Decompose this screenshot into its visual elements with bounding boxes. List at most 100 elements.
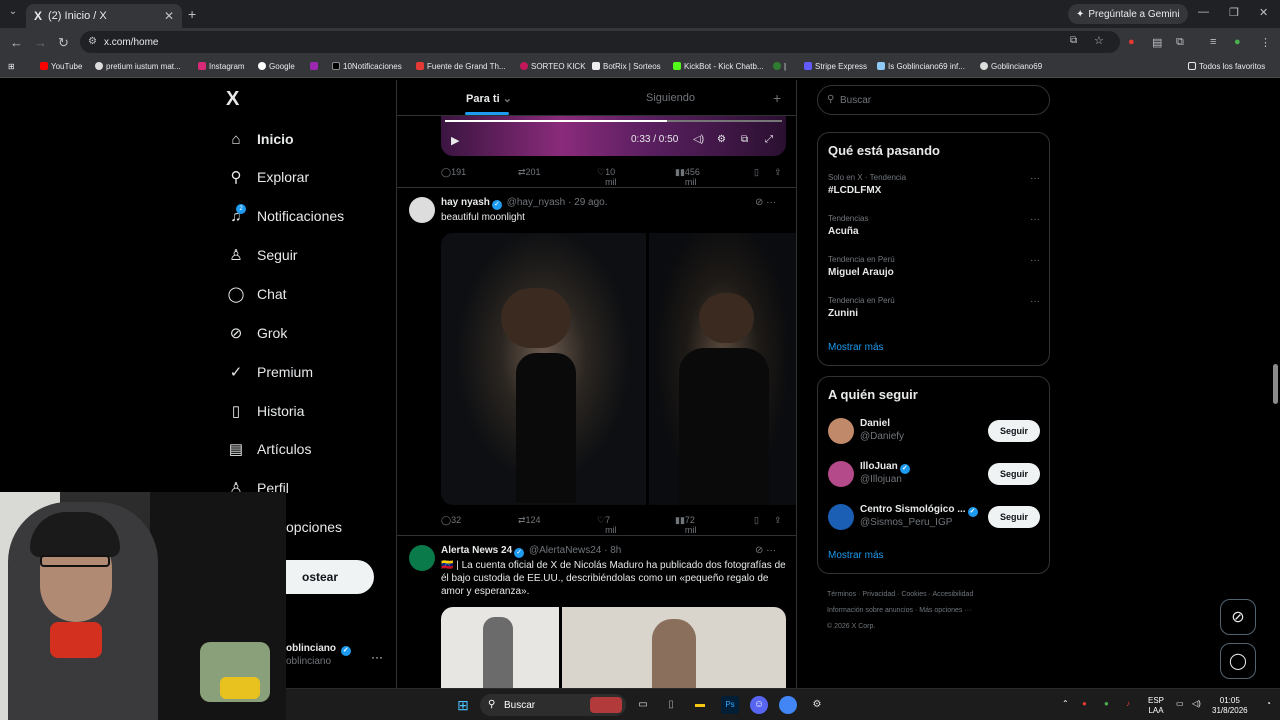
- follow-button[interactable]: Seguir: [988, 506, 1040, 528]
- more-icon[interactable]: ···: [1030, 255, 1040, 266]
- volume-icon[interactable]: ◁): [1192, 699, 1201, 709]
- messages-fab[interactable]: ◯: [1220, 643, 1256, 679]
- file-explorer-icon[interactable]: ▬: [691, 696, 709, 714]
- author-handle[interactable]: @AlertaNews24: [529, 545, 601, 556]
- follow-button[interactable]: Seguir: [988, 420, 1040, 442]
- nav-explorar[interactable]: ⚲ Explorar: [226, 166, 310, 188]
- bookmark-icon[interactable]: ▯: [754, 515, 759, 526]
- microphone-icon[interactable]: ♪: [1126, 699, 1130, 709]
- tweet-time[interactable]: 29 ago.: [574, 197, 607, 208]
- bookmark-pretium[interactable]: pretium iustum mat...: [95, 62, 181, 71]
- footer-link[interactable]: Cookies: [901, 591, 926, 598]
- avatar[interactable]: [828, 504, 854, 530]
- minimize-icon[interactable]: —: [1198, 6, 1209, 18]
- suggested-account[interactable]: IlloJuan ✓ @Illojuan Seguir: [828, 459, 1040, 489]
- language-indicator[interactable]: ESP LAA: [1148, 696, 1164, 716]
- tray-overflow-icon[interactable]: ⌃: [1062, 699, 1069, 709]
- notification-bell-icon[interactable]: ◔: [1266, 699, 1271, 709]
- app-icon[interactable]: ⚙: [808, 696, 826, 714]
- tweet-photo[interactable]: [441, 233, 646, 505]
- new-tab-button[interactable]: +: [188, 6, 196, 22]
- forward-icon[interactable]: →: [34, 35, 47, 50]
- bookmark-green[interactable]: |: [773, 62, 786, 71]
- footer-link[interactable]: Privacidad: [862, 591, 895, 598]
- grok-fab[interactable]: ⊘: [1220, 599, 1256, 635]
- nav-seguir[interactable]: ♙ Seguir: [226, 244, 297, 266]
- reply-button[interactable]: ◯ 32: [441, 515, 461, 526]
- add-tab-icon[interactable]: +: [773, 90, 781, 106]
- clock[interactable]: 01:05 31/8/2026: [1212, 696, 1248, 716]
- repost-button[interactable]: ⇄ 124: [518, 515, 541, 526]
- repost-button[interactable]: ⇄ 201: [518, 167, 541, 178]
- apps-grid-icon[interactable]: ⊞: [8, 62, 15, 71]
- scroll-thumb[interactable]: [1273, 364, 1278, 404]
- footer-link[interactable]: Accesibilidad: [932, 591, 973, 598]
- bookmark-stripe[interactable]: Stripe Express: [804, 62, 867, 71]
- bookmark-grand-theft[interactable]: Fuente de Grand Th...: [416, 62, 506, 71]
- tweet-time[interactable]: 8h: [610, 545, 621, 556]
- settings-icon[interactable]: ⚙: [717, 134, 726, 145]
- photoshop-icon[interactable]: Ps: [721, 696, 739, 714]
- extension-record-icon[interactable]: ●: [1128, 36, 1135, 48]
- tab-siguiendo[interactable]: Siguiendo: [646, 92, 695, 104]
- trend-item[interactable]: Tendencia en Perú Miguel Araujo ···: [828, 255, 1040, 278]
- extensions-puzzle-icon[interactable]: ⧉: [1176, 36, 1184, 49]
- gemini-button[interactable]: ✦ Pregúntale a Gemini: [1068, 4, 1188, 24]
- bookmark-kickbot[interactable]: KickBot - Kick Chatb...: [673, 62, 764, 71]
- account-more-icon[interactable]: ···: [371, 650, 383, 664]
- pip-icon[interactable]: ⧉: [741, 134, 748, 145]
- maximize-icon[interactable]: ❐: [1229, 6, 1239, 19]
- tweet-photo[interactable]: [562, 607, 786, 688]
- like-button[interactable]: ♡ 7 mil: [597, 515, 617, 535]
- app-icon[interactable]: ▯: [662, 696, 680, 714]
- tab-list-button[interactable]: ⌄: [5, 6, 21, 22]
- bookmark-sorteo-kick[interactable]: SORTEO KICK: [520, 62, 586, 71]
- views-button[interactable]: ▮▮ 72 mil: [675, 515, 696, 535]
- nav-historia[interactable]: ▯ Historia: [226, 400, 305, 422]
- views-button[interactable]: ▮▮ 456 mil: [675, 167, 700, 187]
- close-tab-icon[interactable]: ✕: [164, 9, 174, 23]
- chrome-icon[interactable]: [779, 696, 797, 714]
- browser-tab[interactable]: X (2) Inicio / X ✕: [26, 4, 182, 28]
- more-icon[interactable]: ···: [1030, 173, 1040, 184]
- bookmark-icon-only[interactable]: [310, 62, 321, 71]
- trend-item[interactable]: Solo en X · Tendencia #LCDLFMX ···: [828, 173, 1040, 196]
- account-switcher[interactable]: oblinciano ✓ oblinciano: [286, 643, 353, 667]
- bookmark-icon[interactable]: ▯: [754, 167, 759, 178]
- media-icon[interactable]: ≡: [1210, 36, 1216, 48]
- task-view-icon[interactable]: ▭: [634, 696, 652, 714]
- nav-chat[interactable]: ◯ Chat: [226, 283, 287, 305]
- x-logo[interactable]: X: [226, 88, 239, 111]
- footer-link[interactable]: Más opciones ···: [919, 607, 971, 614]
- bookmark-instagram[interactable]: Instagram: [198, 62, 245, 71]
- play-icon[interactable]: ▶: [451, 134, 459, 147]
- share-icon[interactable]: ⇪: [774, 167, 782, 178]
- author-name[interactable]: hay nyash: [441, 197, 490, 208]
- avatar[interactable]: [409, 197, 435, 223]
- tweet-photo[interactable]: [441, 607, 559, 688]
- url-bar[interactable]: ⚙ x.com/home ⧉ ☆: [80, 31, 1120, 53]
- avatar[interactable]: [409, 545, 435, 571]
- nav-inicio[interactable]: ⌂ Inicio: [226, 128, 293, 150]
- trend-item[interactable]: Tendencias Acuña ···: [828, 214, 1040, 237]
- extension-icon[interactable]: ▤: [1152, 36, 1162, 49]
- windows-start-icon[interactable]: ⊞: [454, 696, 472, 714]
- fullscreen-icon[interactable]: ⤢: [765, 134, 773, 145]
- bookmark-youtube[interactable]: YouTube: [40, 62, 82, 71]
- install-icon[interactable]: ⧉: [1070, 35, 1077, 46]
- more-icon[interactable]: ···: [1030, 214, 1040, 225]
- follow-button[interactable]: Seguir: [988, 463, 1040, 485]
- video-player[interactable]: ▶ 0:33 / 0:50 ◁) ⚙ ⧉ ⤢: [441, 116, 786, 156]
- reply-button[interactable]: ◯ 191: [441, 167, 466, 178]
- bookmark-star-icon[interactable]: ☆: [1094, 34, 1104, 47]
- tab-para-ti[interactable]: Para ti ⌄: [466, 92, 512, 105]
- bookmark-10notificaciones[interactable]: 10Notificaciones: [332, 62, 402, 71]
- show-more-accounts[interactable]: Mostrar más: [828, 550, 884, 561]
- bookmark-botrix[interactable]: BotRix | Sorteos: [592, 62, 661, 71]
- site-info-icon[interactable]: ⚙: [88, 36, 97, 47]
- discord-icon[interactable]: ☺: [750, 696, 768, 714]
- volume-icon[interactable]: ◁): [693, 134, 704, 145]
- bookmark-google[interactable]: Google: [258, 62, 295, 71]
- nav-articulos[interactable]: ▤ Artículos: [226, 438, 312, 460]
- tray-app-icon[interactable]: ●: [1104, 699, 1109, 709]
